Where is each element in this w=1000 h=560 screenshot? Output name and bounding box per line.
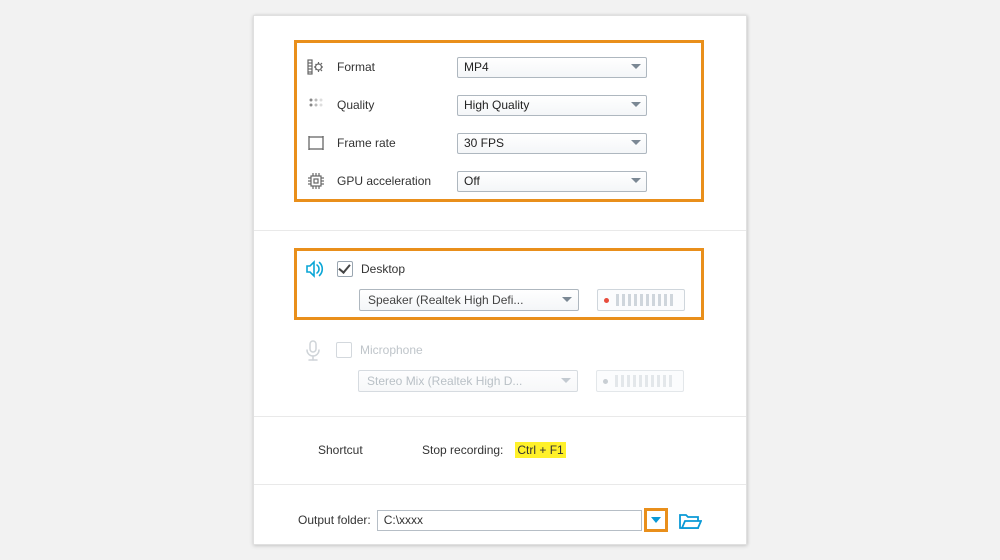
stop-recording-shortcut: Ctrl + F1 (515, 442, 565, 458)
quality-label: Quality (337, 98, 457, 112)
desktop-audio-checkbox[interactable] (337, 261, 353, 277)
chevron-down-icon (631, 140, 641, 145)
desktop-device-value: Speaker (Realtek High Defi... (368, 293, 523, 307)
desktop-audio-label: Desktop (361, 262, 405, 276)
divider (254, 484, 746, 485)
chevron-down-icon (631, 64, 641, 69)
video-settings-group: Format MP4 Quality High Quality (294, 40, 704, 202)
stop-recording-label: Stop recording: (422, 443, 503, 457)
desktop-audio-group: Desktop Speaker (Realtek High Defi... (294, 248, 704, 320)
chevron-down-icon (561, 378, 571, 383)
gpu-value: Off (464, 174, 480, 188)
desktop-device-dropdown[interactable]: Speaker (Realtek High Defi... (359, 289, 579, 311)
framerate-value: 30 FPS (464, 136, 504, 150)
frame-icon (307, 134, 325, 152)
microphone-checkbox[interactable] (336, 342, 352, 358)
shortcut-section-label: Shortcut (318, 443, 422, 457)
settings-panel: Format MP4 Quality High Quality (253, 15, 747, 545)
chip-icon (307, 172, 325, 190)
framerate-label: Frame rate (337, 136, 457, 150)
output-folder-input[interactable] (377, 510, 642, 531)
divider (254, 230, 746, 231)
framerate-dropdown[interactable]: 30 FPS (457, 133, 647, 154)
microphone-device-value: Stereo Mix (Realtek High D... (367, 374, 522, 388)
output-folder-history-dropdown[interactable] (644, 508, 668, 532)
speaker-icon (305, 259, 327, 282)
filmstrip-gear-icon (307, 58, 325, 76)
shortcut-row: Shortcut Stop recording: Ctrl + F1 (318, 442, 566, 458)
record-dot-icon (603, 379, 608, 384)
format-label: Format (337, 60, 457, 74)
gpu-dropdown[interactable]: Off (457, 171, 647, 192)
chevron-down-icon (651, 517, 661, 523)
microphone-audio-meter (596, 370, 684, 392)
browse-folder-button[interactable] (678, 511, 700, 529)
quality-dots-icon (307, 96, 325, 114)
gpu-label: GPU acceleration (337, 174, 457, 188)
desktop-audio-meter (597, 289, 685, 311)
quality-value: High Quality (464, 98, 529, 112)
chevron-down-icon (562, 297, 572, 302)
chevron-down-icon (631, 102, 641, 107)
divider (254, 416, 746, 417)
output-folder-label: Output folder: (298, 513, 371, 527)
microphone-label: Microphone (360, 343, 423, 357)
quality-dropdown[interactable]: High Quality (457, 95, 647, 116)
format-dropdown[interactable]: MP4 (457, 57, 647, 78)
chevron-down-icon (631, 178, 641, 183)
microphone-icon (304, 340, 322, 365)
format-value: MP4 (464, 60, 489, 74)
output-folder-row: Output folder: (298, 506, 718, 534)
microphone-device-dropdown[interactable]: Stereo Mix (Realtek High D... (358, 370, 578, 392)
record-dot-icon (604, 298, 609, 303)
